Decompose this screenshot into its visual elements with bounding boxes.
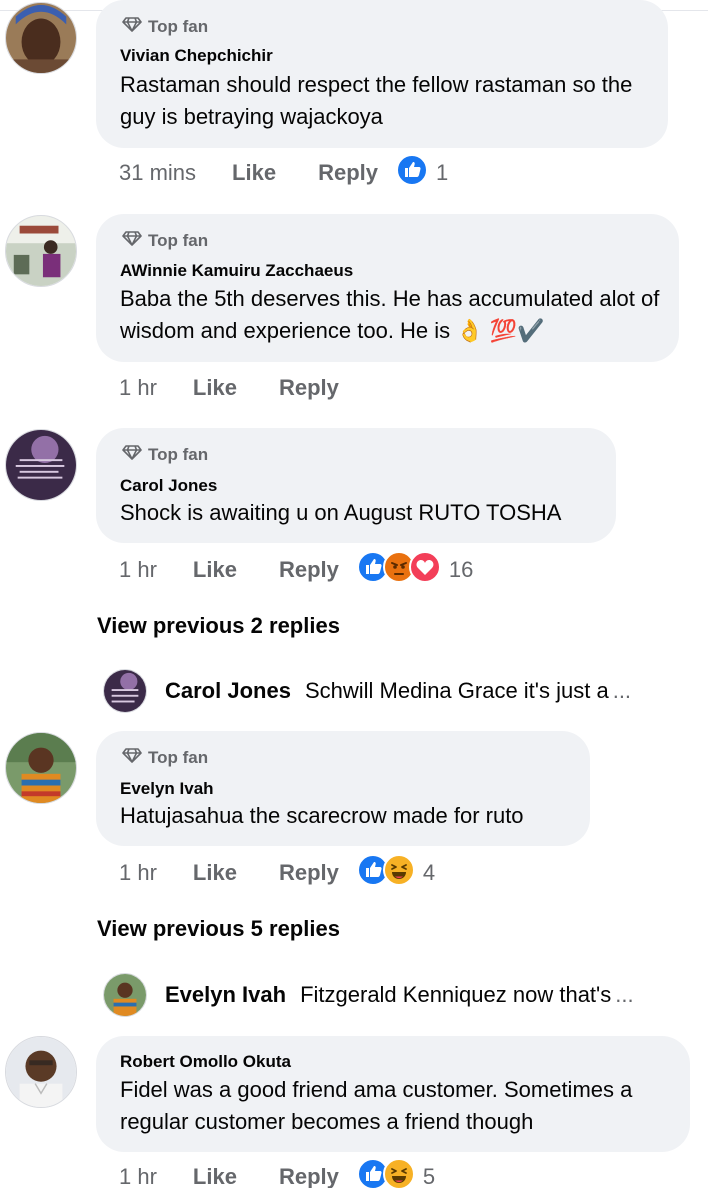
reply-button[interactable]: Reply (318, 160, 378, 186)
comment-bubble: Top fan AWinnie Kamuiru Zacchaeus Baba t… (96, 214, 679, 362)
avatar[interactable] (5, 732, 77, 804)
angry-reaction-icon (382, 551, 415, 589)
reaction-count: 4 (422, 860, 436, 885)
comment-author[interactable]: Robert Omollo Okuta (120, 1052, 291, 1072)
comment-actions: 1 hr Like Reply (119, 371, 339, 405)
reaction-summary[interactable]: 16 (356, 551, 474, 589)
haha-reaction-icon (382, 854, 415, 892)
comment-bubble: Top fan Carol Jones Shock is awaiting u … (96, 428, 616, 543)
reply-button[interactable]: Reply (279, 860, 339, 886)
top-fan-label: Top fan (148, 16, 209, 36)
reply-preview[interactable]: Carol Jones Schwill Medina Grace it's ju… (103, 668, 631, 714)
comment-author[interactable]: Carol Jones (120, 476, 217, 496)
like-reaction-icon (356, 551, 389, 589)
diamond-icon (122, 230, 142, 251)
comment-author[interactable]: AWinnie Kamuiru Zacchaeus (120, 261, 353, 281)
reply-ellipsis: ... (612, 678, 632, 703)
reaction-summary[interactable]: 1 (396, 154, 448, 192)
diamond-icon (122, 444, 142, 465)
like-button[interactable]: Like (193, 1164, 237, 1188)
like-button[interactable]: Like (193, 375, 237, 401)
comment-actions: 1 hr Like Reply 4 (119, 854, 436, 892)
comment-text: Baba the 5th deserves this. He has accum… (120, 286, 660, 343)
view-previous-replies-link[interactable]: View previous 2 replies (97, 613, 340, 639)
like-reaction-icon (396, 154, 428, 192)
top-fan-badge: Top fan (122, 16, 208, 37)
reaction-count: 16 (448, 557, 474, 582)
reaction-summary[interactable]: 4 (356, 854, 436, 892)
reaction-count: 1 (436, 160, 449, 185)
reaction-count: 5 (422, 1164, 436, 1188)
reply-preview[interactable]: Evelyn Ivah Fitzgerald Kenniquez now tha… (103, 972, 634, 1018)
reply-text: Fitzgerald Kenniquez now that's (300, 982, 612, 1007)
top-fan-label: Top fan (148, 230, 209, 250)
comment-timestamp[interactable]: 1 hr (119, 375, 157, 401)
top-fan-badge: Top fan (122, 444, 208, 465)
reply-text: Schwill Medina Grace it's just a (304, 678, 609, 703)
top-fan-badge: Top fan (122, 230, 208, 251)
like-button[interactable]: Like (193, 557, 237, 583)
avatar[interactable] (5, 215, 77, 287)
comment-actions: 31 mins Like Reply 1 (119, 154, 448, 192)
view-previous-replies-link[interactable]: View previous 5 replies (97, 916, 340, 942)
avatar[interactable] (5, 2, 77, 74)
love-reaction-icon (408, 551, 441, 589)
comment-timestamp[interactable]: 1 hr (119, 557, 157, 583)
comment-bubble: Robert Omollo Okuta Fidel was a good fri… (96, 1036, 690, 1152)
comment-text: Fidel was a good friend ama customer. So… (120, 1077, 633, 1134)
like-reaction-icon (356, 1158, 389, 1188)
reply-author[interactable]: Evelyn Ivah (165, 982, 286, 1008)
reply-button[interactable]: Reply (279, 557, 339, 583)
reply-button[interactable]: Reply (279, 375, 339, 401)
avatar[interactable] (103, 669, 147, 713)
comment-text: Rastaman should respect the fellow rasta… (120, 72, 633, 129)
like-button[interactable]: Like (193, 860, 237, 886)
comment-text: Hatujasahua the scarecrow made for ruto (120, 803, 524, 828)
comment-bubble: Top fan Evelyn Ivah Hatujasahua the scar… (96, 731, 590, 846)
comment-actions: 1 hr Like Reply 16 (119, 551, 474, 589)
avatar[interactable] (5, 1036, 77, 1108)
reply-author[interactable]: Carol Jones (165, 678, 291, 704)
diamond-icon (122, 747, 142, 768)
diamond-icon (122, 16, 142, 37)
comment-text: Shock is awaiting u on August RUTO TOSHA (120, 500, 562, 525)
comment-timestamp[interactable]: 31 mins (119, 160, 196, 186)
top-fan-label: Top fan (148, 747, 209, 767)
like-button[interactable]: Like (232, 160, 276, 186)
like-reaction-icon (356, 854, 389, 892)
top-fan-badge: Top fan (122, 747, 208, 768)
comment-author[interactable]: Vivian Chepchichir (120, 46, 273, 66)
top-fan-label: Top fan (148, 444, 209, 464)
reply-button[interactable]: Reply (279, 1164, 339, 1188)
avatar[interactable] (5, 429, 77, 501)
comment-bubble: Top fan Vivian Chepchichir Rastaman shou… (96, 0, 668, 148)
comment-actions: 1 hr Like Reply 5 (119, 1158, 436, 1188)
avatar[interactable] (103, 973, 147, 1017)
comment-timestamp[interactable]: 1 hr (119, 860, 157, 886)
comment-timestamp[interactable]: 1 hr (119, 1164, 157, 1188)
haha-reaction-icon (382, 1158, 415, 1188)
reaction-summary[interactable]: 5 (356, 1158, 436, 1188)
comment-author[interactable]: Evelyn Ivah (120, 779, 214, 799)
reply-ellipsis: ... (615, 982, 634, 1007)
